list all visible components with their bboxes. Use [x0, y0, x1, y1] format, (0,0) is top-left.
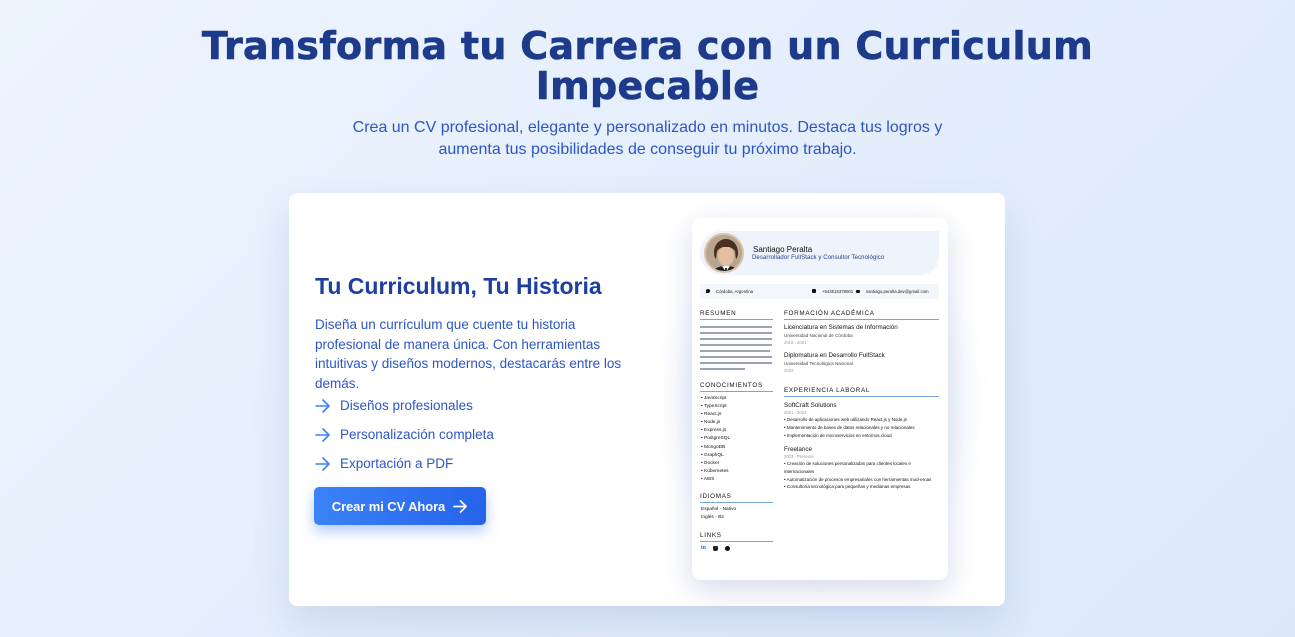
- cv-contact-bar: Córdoba, Argentina +543515378001 santiag…: [700, 284, 939, 299]
- cv-skill: • AWS: [701, 476, 715, 482]
- cv-language: Español - Nativo: [701, 507, 737, 512]
- cv-job-years: 2021 - 2023: [784, 410, 807, 415]
- arrow-right-icon: [453, 499, 468, 513]
- cv-language: Inglés - B2: [701, 515, 724, 521]
- cv-skill: • Express.js: [701, 428, 727, 434]
- linkedin-icon[interactable]: in: [701, 545, 706, 551]
- location-icon: [706, 289, 710, 293]
- cv-education-title: Diplomatura en Desarrollo FullStack: [784, 352, 885, 359]
- globe-icon[interactable]: [724, 545, 730, 551]
- cv-languages-list: Español - Nativo Inglés - B2: [701, 506, 736, 522]
- cv-section-summary: RESUMEN: [700, 310, 773, 320]
- feature-label: Exportación a PDF: [340, 456, 454, 471]
- cv-avatar: [704, 233, 744, 273]
- cv-skill: • TypeScript: [701, 404, 727, 410]
- arrow-right-icon: [315, 398, 330, 413]
- cv-skill: • Docker: [701, 460, 720, 466]
- hero-title: Transforma tu Carrera con un Curriculum …: [201, 24, 1094, 108]
- cv-skill: • Node.js: [701, 420, 721, 426]
- cv-job-bullet: • Mantenimiento de bases de datos relaci…: [784, 424, 915, 430]
- cv-job-bullet: • Creación de soluciones personalizadas …: [784, 461, 911, 474]
- cv-section-languages: IDIOMAS: [700, 493, 773, 503]
- feature-item: Personalización completa: [315, 420, 494, 449]
- cv-skill: • Kubernetes: [701, 468, 729, 474]
- cv-preview: Santiago Peralta Desarrollador FullStack…: [692, 218, 948, 580]
- cv-education-institution: Universidad Tecnológica Nacional: [784, 361, 853, 366]
- mail-icon: [856, 289, 860, 293]
- create-cv-button[interactable]: Crear mi CV Ahora: [314, 487, 486, 525]
- cv-job-company: SoftCraft Solutions: [784, 402, 837, 409]
- cv-education-institution: Universidad Nacional de Córdoba: [784, 333, 853, 338]
- cv-location: Córdoba, Argentina: [716, 289, 754, 294]
- cv-name: Santiago Peralta: [753, 245, 813, 254]
- hero-subtitle: Crea un CV profesional, elegante y perso…: [352, 119, 943, 158]
- phone-icon: [812, 289, 816, 293]
- cv-links: in: [701, 545, 730, 551]
- arrow-right-icon: [315, 427, 330, 442]
- github-icon[interactable]: [712, 545, 718, 551]
- cv-email: santiago.peralta.dev@gmail.com: [866, 289, 929, 294]
- cv-skill: • MongoDB: [701, 444, 726, 450]
- cv-job-bullets: • Creación de soluciones personalizadas …: [784, 460, 940, 491]
- create-cv-button-label: Crear mi CV Ahora: [331, 498, 446, 514]
- cv-skill: • PostgreSQL: [701, 436, 731, 442]
- cv-education-years: 2022: [784, 368, 794, 373]
- cv-education-title: Licenciatura en Sistemas de Información: [784, 324, 898, 331]
- card-title: Tu Curriculum, Tu Historia: [315, 273, 602, 299]
- cv-section-links: LINKS: [700, 532, 773, 542]
- cv-job-bullet: • Automatización de procesos empresarial…: [784, 476, 932, 482]
- cv-section-skills: CONOCIMIENTOS: [700, 382, 773, 392]
- cv-education-years: 2016 - 2021: [784, 340, 807, 345]
- feature-card: Tu Curriculum, Tu Historia Diseña un cur…: [289, 193, 1005, 606]
- cv-skill: • GraphQL: [701, 452, 724, 458]
- cv-section-experience: EXPERIENCIA LABORAL: [784, 387, 939, 397]
- arrow-right-icon: [315, 456, 330, 471]
- cv-skill: • JavaScript: [701, 396, 727, 401]
- feature-item: Diseños profesionales: [315, 391, 494, 420]
- cv-header: Santiago Peralta Desarrollador FullStack…: [700, 231, 939, 275]
- cv-skill: • React.js: [701, 412, 722, 418]
- feature-list: Diseños profesionales Personalización co…: [315, 391, 494, 478]
- feature-label: Personalización completa: [340, 427, 494, 442]
- cv-job-company: Freelance: [784, 446, 813, 453]
- cv-phone: +543515378001: [822, 289, 854, 294]
- cv-section-education: FORMACIÓN ACADÉMICA: [784, 310, 939, 320]
- feature-item: Exportación a PDF: [315, 449, 494, 478]
- cv-job-bullet: • Desarrollo de aplicaciones web utiliza…: [784, 417, 907, 422]
- cv-job-bullets: • Desarrollo de aplicaciones web utiliza…: [784, 416, 940, 439]
- feature-label: Diseños profesionales: [340, 398, 473, 413]
- cv-role: Desarrollador FullStack y Consultor Tecn…: [752, 255, 885, 261]
- cv-job-years: 2023 - Presente: [784, 454, 814, 459]
- card-description: Diseña un currículum que cuente tu histo…: [315, 317, 622, 391]
- cv-job-bullet: • Consultoría tecnológica para pequeñas …: [784, 484, 911, 490]
- cv-skills-list: • JavaScript • TypeScript • React.js • N…: [701, 395, 730, 484]
- cv-job-bullet: • Implementación de microservicios en en…: [784, 432, 892, 438]
